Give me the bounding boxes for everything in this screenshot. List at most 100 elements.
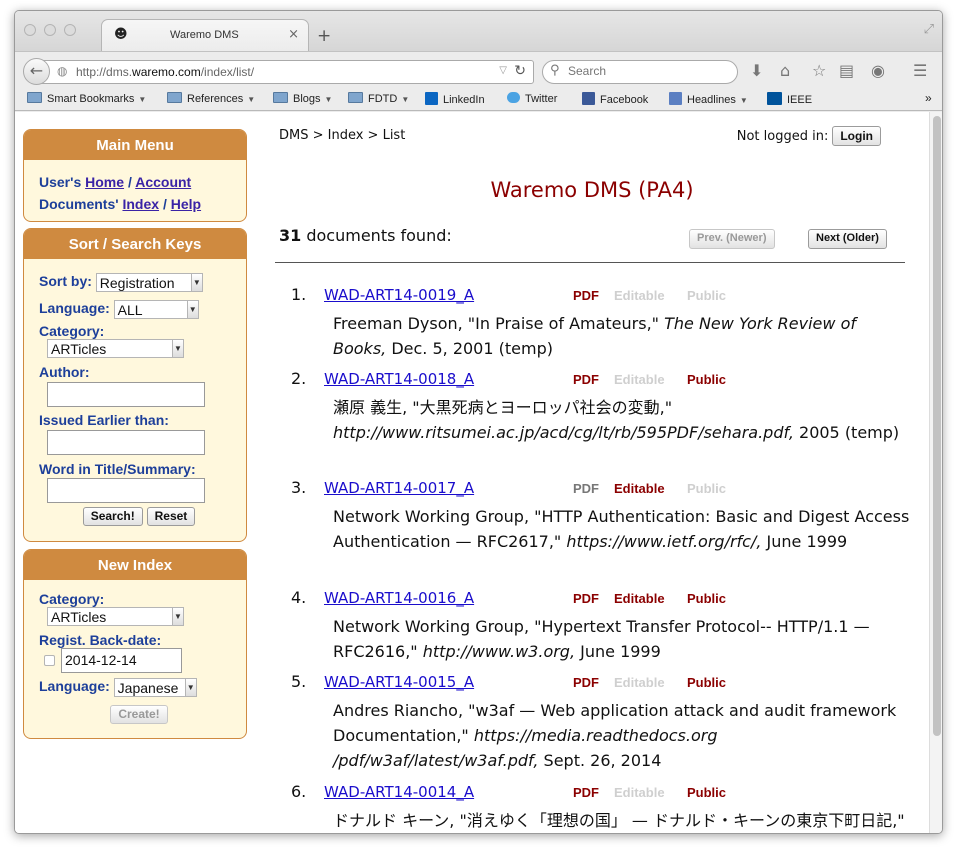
new-category-select[interactable]: ARTicles ▼ [47, 607, 184, 626]
bookmark-twitter[interactable]: Twitter [507, 92, 557, 105]
pdf-flag[interactable]: PDF [573, 785, 599, 800]
document-id-link[interactable]: WAD-ART14-0014_A [324, 783, 474, 801]
pdf-flag[interactable]: PDF [573, 675, 599, 690]
tab-waremo-dms[interactable]: ☻ Waremo DMS × [101, 19, 309, 51]
document-id-link[interactable]: WAD-ART14-0016_A [324, 589, 474, 607]
fullscreen-icon[interactable]: ⤢ [924, 22, 934, 37]
document-id-link[interactable]: WAD-ART14-0019_A [324, 286, 474, 304]
editable-flag: Editable [614, 675, 665, 690]
document-citation: Freeman Dyson, "In Praise of Amateurs," … [333, 314, 856, 358]
help-link[interactable]: Help [171, 196, 201, 212]
index-link[interactable]: Index [122, 196, 159, 212]
editable-flag[interactable]: Editable [614, 591, 665, 606]
close-window-button[interactable] [24, 24, 36, 36]
new-tab-icon[interactable]: + [317, 26, 331, 46]
search-bar[interactable]: ⚲ [542, 60, 738, 84]
main-menu-box: Main Menu User's Home / Account Document… [23, 129, 247, 222]
pdf-flag[interactable]: PDF [573, 481, 599, 496]
new-index-box: New Index Category: ARTicles ▼ Regist. Ba… [23, 549, 247, 739]
bookmark-blogs[interactable]: Blogs ▼ [273, 92, 332, 105]
folder-icon [167, 92, 182, 103]
issued-earlier-label: Issued Earlier than: [39, 412, 169, 428]
search-input[interactable] [568, 64, 728, 78]
sync-icon[interactable]: ◉ [871, 61, 885, 80]
bookmark-star-icon[interactable]: ☆ [812, 61, 826, 80]
next-older-button[interactable]: Next (Older) [808, 229, 887, 249]
home-icon[interactable]: ⌂ [780, 61, 790, 80]
public-flag[interactable]: Public [687, 785, 726, 800]
vertical-scrollbar[interactable] [929, 112, 942, 833]
back-button[interactable]: ← [23, 58, 50, 85]
document-citation: 瀬原 義生, "大黒死病とヨーロッパ社会の変動," http://www.rit… [333, 398, 900, 442]
public-flag[interactable]: Public [687, 372, 726, 387]
document-id-link[interactable]: WAD-ART14-0015_A [324, 673, 474, 691]
more-bookmarks-icon[interactable]: » [925, 91, 932, 105]
chevron-down-icon: ▼ [186, 301, 198, 318]
document-number: 6. [291, 782, 307, 801]
document-number: 5. [291, 672, 307, 691]
url-history-dropdown-icon[interactable]: ▽ [499, 65, 507, 76]
document-id-link[interactable]: WAD-ART14-0017_A [324, 479, 474, 497]
document-id-link[interactable]: WAD-ART14-0018_A [324, 370, 474, 388]
login-button[interactable]: Login [832, 126, 881, 146]
public-flag[interactable]: Public [687, 675, 726, 690]
category-select[interactable]: ARTicles ▼ [47, 339, 184, 358]
reading-list-icon[interactable]: ▤ [839, 61, 854, 80]
downloads-icon[interactable]: ⬇ [750, 61, 763, 80]
language-label: Language: [39, 300, 110, 317]
sort-by-select[interactable]: Registration ▼ [95, 273, 203, 292]
main-content: DMS > Index > List Not logged in: Login W… [275, 112, 909, 833]
language-select[interactable]: ALL ▼ [113, 300, 199, 319]
reset-button[interactable]: Reset [146, 507, 196, 526]
backdate-checkbox[interactable] [44, 655, 55, 666]
account-link[interactable]: Account [135, 174, 191, 190]
backdate-label: Regist. Back-date: [39, 632, 162, 648]
search-button[interactable]: Search! [82, 507, 143, 526]
author-label: Author: [39, 364, 90, 380]
author-input[interactable] [47, 382, 205, 407]
bookmark-ieee[interactable]: IEEE [767, 92, 812, 106]
editable-flag[interactable]: Editable [614, 481, 665, 496]
bookmark-linkedin[interactable]: LinkedIn [425, 92, 485, 106]
pdf-flag[interactable]: PDF [573, 372, 599, 387]
prev-newer-button[interactable]: Prev. (Newer) [689, 229, 775, 249]
document-number: 1. [291, 285, 307, 304]
public-flag: Public [687, 481, 727, 496]
pdf-flag[interactable]: PDF [573, 591, 599, 606]
linkedin-icon [425, 92, 438, 105]
bookmark-facebook[interactable]: Facebook [582, 92, 648, 106]
editable-flag: Editable [614, 288, 665, 303]
bookmark-headlines[interactable]: Headlines ▼ [669, 92, 748, 106]
public-flag[interactable]: Public [687, 591, 726, 606]
pdf-flag[interactable]: PDF [573, 288, 599, 303]
breadcrumb: DMS > Index > List [279, 128, 406, 143]
scrollbar-thumb[interactable] [933, 116, 941, 736]
menu-icon[interactable]: ☰ [913, 61, 927, 80]
bookmark-references[interactable]: References ▼ [167, 92, 255, 105]
url-text[interactable]: http://dms.waremo.com/index/list/ [76, 65, 254, 79]
twitter-icon [507, 92, 520, 103]
document-number: 4. [291, 588, 307, 607]
new-category-label: Category: [39, 591, 105, 607]
zoom-window-button[interactable] [64, 24, 76, 36]
folder-icon [27, 92, 42, 103]
page-title: Waremo DMS (PA4) [490, 178, 694, 202]
close-tab-icon[interactable]: × [288, 27, 299, 42]
tab-strip: ☻ Waremo DMS × + ⤢ [15, 11, 942, 51]
minimize-window-button[interactable] [44, 24, 56, 36]
chevron-down-icon: ▼ [247, 95, 256, 104]
home-link[interactable]: Home [85, 174, 124, 190]
bookmark-fdtd[interactable]: FDTD ▼ [348, 92, 409, 105]
sort-search-box: Sort / Search Keys Sort by: Registration… [23, 228, 247, 542]
new-language-select[interactable]: Japanese ▼ [113, 678, 197, 697]
new-language-label: Language: [39, 678, 110, 695]
create-button[interactable]: Create! [110, 705, 168, 724]
reload-icon[interactable]: ↻ [514, 63, 526, 79]
url-bar[interactable]: ◍ http://dms.waremo.com/index/list/ ▽ ↻ [40, 60, 534, 84]
issued-earlier-input[interactable] [47, 430, 205, 455]
rss-icon [669, 92, 682, 105]
bookmark-smart-bookmarks[interactable]: Smart Bookmarks ▼ [27, 92, 146, 105]
word-title-input[interactable] [47, 478, 205, 503]
chevron-down-icon: ▼ [739, 96, 748, 105]
backdate-input[interactable]: 2014-12-14 [61, 648, 182, 673]
